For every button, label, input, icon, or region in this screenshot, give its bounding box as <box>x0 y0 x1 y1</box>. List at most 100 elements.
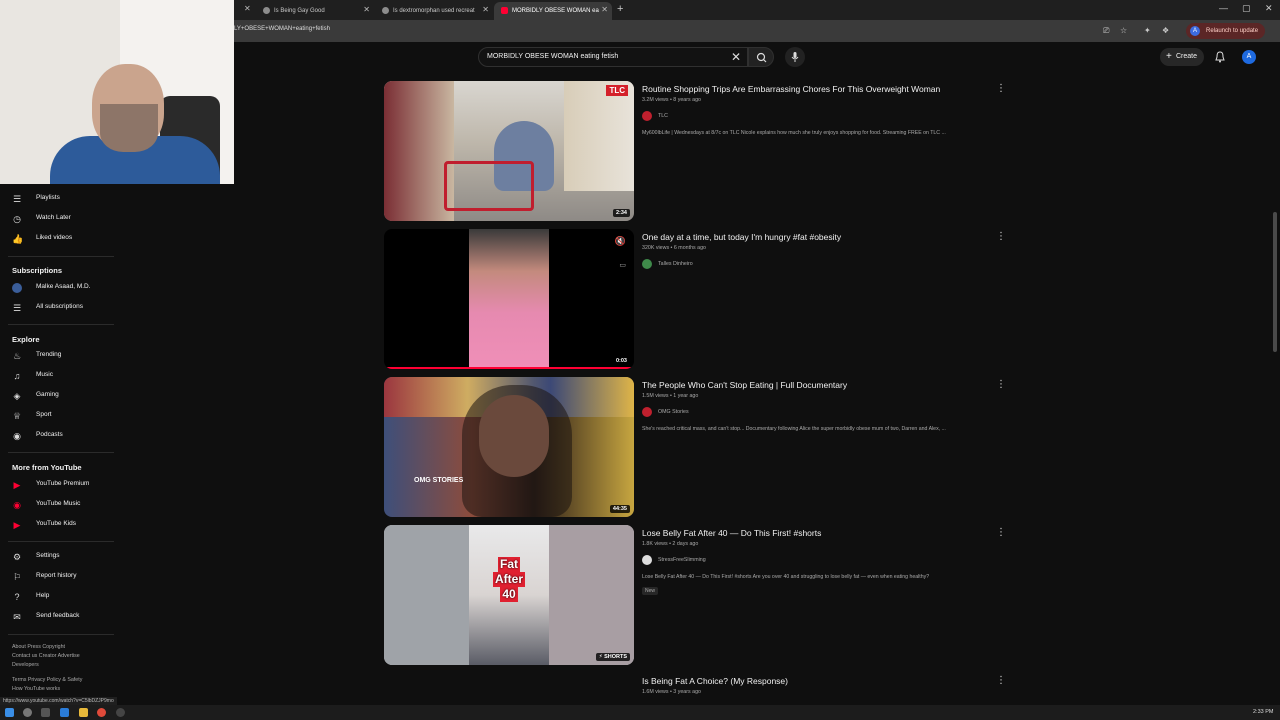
more-actions-icon[interactable]: ⋮ <box>996 231 1006 242</box>
channel-avatar-icon <box>12 283 22 293</box>
more-actions-icon[interactable]: ⋮ <box>996 379 1006 390</box>
video-thumbnail[interactable]: TLC 2:34 <box>384 81 634 221</box>
more-actions-icon[interactable]: ⋮ <box>996 675 1004 686</box>
scrollbar-thumb[interactable] <box>1273 212 1277 352</box>
video-thumbnail[interactable]: 🔇 ▭ 0:03 <box>384 229 634 369</box>
extensions-puzzle-icon[interactable]: ❖ <box>1162 26 1169 35</box>
tab-close-icon[interactable]: ✕ <box>363 5 370 14</box>
channel-name: StressFreeSlimming <box>658 557 706 563</box>
search-result[interactable]: OMG STORIES 44:35 The People Who Can't S… <box>384 377 1006 517</box>
video-thumbnail[interactable]: Fat After 40 ⚡ SHORTS <box>384 525 634 665</box>
search-box[interactable]: MORBIDLY OBESE WOMAN eating fetish ✕ <box>478 47 748 67</box>
tab-title: MORBIDLY OBESE WOMAN ea <box>512 8 599 14</box>
profile-avatar: A <box>1190 26 1200 36</box>
new-tab-icon[interactable]: + <box>617 3 623 15</box>
more-actions-icon[interactable]: ⋮ <box>996 527 1006 538</box>
clock: 2:33 PM <box>1253 709 1274 715</box>
video-title[interactable]: One day at a time, but today I'm hungry … <box>642 232 841 242</box>
video-meta: 1.8K views • 2 days ago <box>642 541 699 547</box>
search-result[interactable]: TLC 2:34 Routine Shopping Trips Are Emba… <box>384 81 1006 221</box>
sidebar-item-watch-later[interactable]: ◷ Watch Later <box>0 210 118 228</box>
search-result[interactable]: 🔇 ▭ 0:03 One day at a time, but today I'… <box>384 229 1006 369</box>
footer-links[interactable]: Terms Privacy Policy & Safety <box>12 677 82 683</box>
video-title[interactable]: Is Being Fat A Choice? (My Response) <box>642 676 788 686</box>
video-title[interactable]: Lose Belly Fat After 40 — Do This First!… <box>642 528 821 538</box>
search-icon[interactable] <box>23 708 32 717</box>
footer-links[interactable]: Contact us Creator Advertise <box>12 653 80 659</box>
video-title[interactable]: The People Who Can't Stop Eating | Full … <box>642 380 847 390</box>
sidebar-item-trending[interactable]: ♨ Trending <box>0 347 118 365</box>
sidebar-item-settings[interactable]: ⚙ Settings <box>0 548 118 566</box>
thumbs-up-icon: 👍 <box>12 234 24 244</box>
relaunch-label: Relaunch to update <box>1206 28 1259 34</box>
browser-tab-3-active[interactable]: MORBIDLY OBESE WOMAN ea ✕ <box>494 2 612 20</box>
video-thumbnail[interactable]: OMG STORIES 44:35 <box>384 377 634 517</box>
footer-links[interactable]: Developers <box>12 662 39 668</box>
sidebar-item-label: YouTube Music <box>36 500 81 507</box>
extension-icon[interactable]: ✦ <box>1144 26 1151 35</box>
sidebar-item-label: Podcasts <box>36 431 63 438</box>
channel-avatar <box>642 111 652 121</box>
tab-close-icon[interactable]: ✕ <box>244 4 251 13</box>
create-button[interactable]: + Create <box>1160 48 1204 66</box>
search-input[interactable]: MORBIDLY OBESE WOMAN eating fetish <box>487 53 618 60</box>
tlc-logo: TLC <box>606 85 628 96</box>
sidebar-item-subscription[interactable]: Malke Asaad, M.D. <box>0 279 118 297</box>
chrome-icon[interactable] <box>97 708 106 717</box>
search-result[interactable]: Fat After 40 ⚡ SHORTS Lose Belly Fat Aft… <box>384 525 1006 665</box>
sidebar-item-label: YouTube Kids <box>36 520 76 527</box>
app-icon[interactable] <box>116 708 125 717</box>
sidebar-item-send-feedback[interactable]: ✉ Send feedback <box>0 608 118 626</box>
bookmark-star-icon[interactable]: ☆ <box>1120 26 1127 35</box>
gamepad-icon: ◈ <box>13 391 21 401</box>
account-avatar[interactable]: A <box>1242 50 1256 64</box>
folder-icon[interactable] <box>79 708 88 717</box>
maximize-icon[interactable]: ▢ <box>1242 3 1251 14</box>
sidebar-item-podcasts[interactable]: ◉ Podcasts <box>0 427 118 445</box>
search-result[interactable]: Is Being Fat A Choice? (My Response) 1.6… <box>384 673 1004 705</box>
captions-icon[interactable]: ▭ <box>619 261 626 269</box>
cast-icon[interactable]: ⎚ <box>1103 26 1109 36</box>
close-window-icon[interactable]: ✕ <box>1265 3 1273 14</box>
clear-search-icon[interactable]: ✕ <box>731 50 741 64</box>
tab-close-icon[interactable]: ✕ <box>482 5 489 14</box>
sidebar-item-music[interactable]: ♫ Music <box>0 367 118 385</box>
sidebar-item-youtube-premium[interactable]: ▶ YouTube Premium <box>0 476 118 494</box>
url-field[interactable]: LY+OBESE+WOMAN+eating+fetish <box>234 26 330 32</box>
video-meta: 320K views • 6 months ago <box>642 245 706 251</box>
task-view-icon[interactable] <box>41 708 50 717</box>
relaunch-button[interactable]: A Relaunch to update <box>1186 23 1266 39</box>
sidebar-item-gaming[interactable]: ◈ Gaming <box>0 387 118 405</box>
playlist-icon: ☰ <box>12 194 22 204</box>
sidebar-item-youtube-kids[interactable]: ▶ YouTube Kids <box>0 516 118 534</box>
thumbnail-text: 40 <box>500 587 518 602</box>
sidebar-item-sport[interactable]: ♕ Sport <box>0 407 118 425</box>
thumbnail-text: Fat <box>498 557 520 572</box>
browser-tab-2[interactable]: Is dextromorphan used recreat ✕ <box>375 2 493 20</box>
more-actions-icon[interactable]: ⋮ <box>996 83 1006 94</box>
video-title[interactable]: Routine Shopping Trips Are Embarrassing … <box>642 84 940 94</box>
sidebar-item-youtube-music[interactable]: ◉ YouTube Music <box>0 496 118 514</box>
sidebar-item-label: Gaming <box>36 391 59 398</box>
video-description: My600lbLife | Wednesdays at 8/7c on TLC … <box>642 130 946 136</box>
explore-heading: Explore <box>12 335 40 344</box>
edge-icon[interactable] <box>60 708 69 717</box>
video-meta: 3.2M views • 8 years ago <box>642 97 701 103</box>
minimize-icon[interactable]: — <box>1219 3 1228 13</box>
sidebar-item-help[interactable]: ? Help <box>0 588 118 606</box>
tab-close-icon[interactable]: ✕ <box>601 5 608 14</box>
mute-icon[interactable]: 🔇 <box>615 236 626 247</box>
sidebar-item-liked-videos[interactable]: 👍 Liked videos <box>0 230 118 248</box>
notifications-bell-icon[interactable] <box>1213 50 1227 64</box>
browser-tab-1[interactable]: Is Being Gay Good ✕ <box>256 2 374 20</box>
footer-links[interactable]: How YouTube works <box>12 686 60 692</box>
search-button[interactable] <box>748 47 774 67</box>
sidebar-item-label: All subscriptions <box>36 303 83 310</box>
sidebar-item-all-subscriptions[interactable]: ☰ All subscriptions <box>0 299 118 317</box>
voice-search-button[interactable] <box>785 47 805 67</box>
sidebar-item-playlists[interactable]: ☰ Playlists <box>0 190 118 208</box>
footer-links[interactable]: About Press Copyright <box>12 644 65 650</box>
start-icon[interactable] <box>5 708 14 717</box>
more-from-youtube-heading: More from YouTube <box>12 463 82 472</box>
sidebar-item-report-history[interactable]: ⚐ Report history <box>0 568 118 586</box>
